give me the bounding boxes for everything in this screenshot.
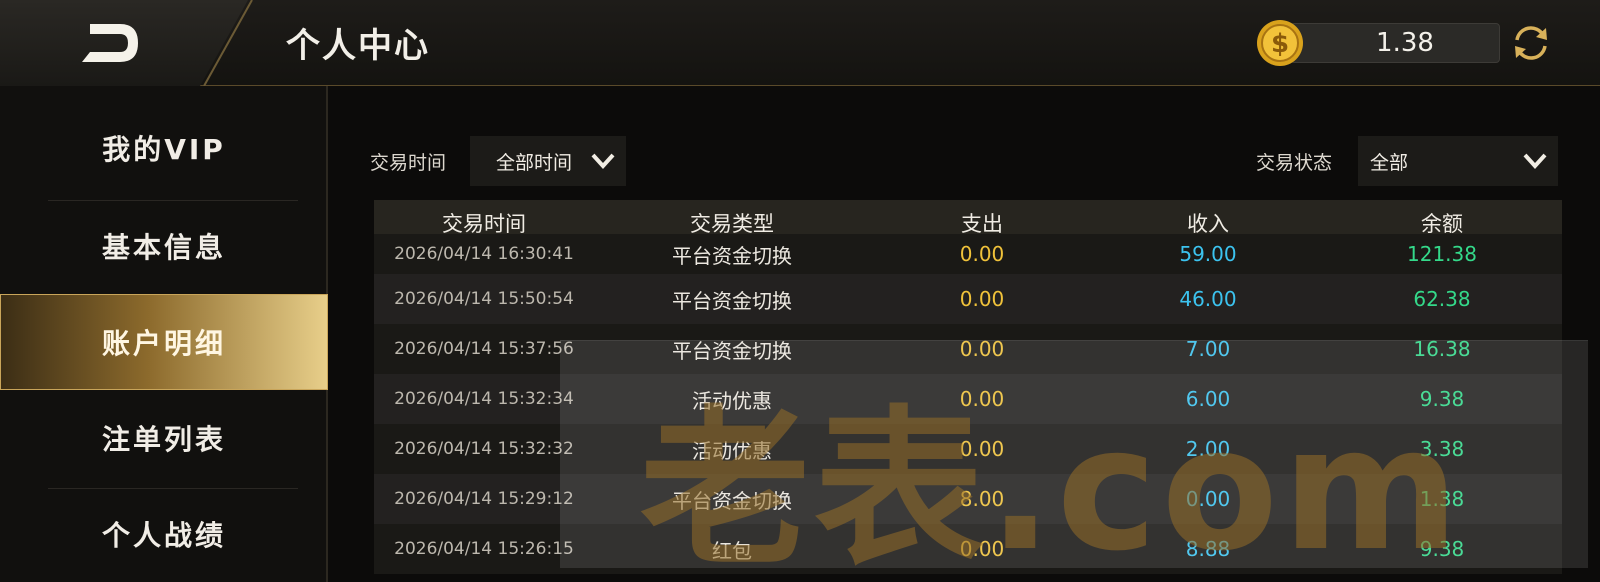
status-filter-label: 交易状态	[1256, 152, 1333, 174]
sidebar-item-label: 我的VIP	[102, 133, 226, 166]
watermark-text: 老表.com	[640, 391, 1464, 582]
column-header-type: 交易类型	[690, 212, 774, 236]
page-title: 个人中心	[286, 26, 430, 66]
sidebar-item-basic-info[interactable]: 基本信息	[0, 198, 328, 294]
column-header-income: 收入	[1187, 212, 1229, 236]
back-arrow-icon	[82, 24, 138, 62]
header-divider	[203, 0, 253, 86]
time-filter-value: 全部时间	[496, 151, 573, 174]
sidebar-item-vip[interactable]: 我的VIP	[0, 100, 328, 196]
sidebar-item-account-details[interactable]: 账户明细	[0, 294, 328, 390]
cell-income: 59.00	[1179, 242, 1237, 266]
table-header: 交易时间 交易类型 支出 收入 余额	[374, 200, 1562, 242]
cell-expense: 0.00	[959, 287, 1005, 311]
watermark-overlay: 老表.com	[560, 340, 1588, 582]
sidebar-item-label: 账户明细	[101, 327, 226, 360]
svg-text:$: $	[1271, 29, 1289, 59]
gold-coin-icon: $	[1257, 20, 1303, 66]
cell-expense: 0.00	[959, 242, 1005, 266]
sidebar-item-personal-record[interactable]: 个人战绩	[0, 486, 328, 582]
sidebar-item-label: 基本信息	[101, 231, 226, 264]
status-filter-value: 全部	[1370, 151, 1409, 174]
chevron-down-icon	[1523, 153, 1547, 169]
refresh-icon[interactable]	[1508, 20, 1554, 66]
sidebar-item-label: 注单列表	[101, 423, 226, 456]
cell-time: 2026/04/14 16:30:41	[394, 244, 574, 264]
table-row: 2026/04/14 15:50:54 平台资金切换 0.00 46.00 62.38	[374, 274, 1562, 324]
balance-display: 1.38	[1290, 23, 1500, 63]
cell-balance: 121.38	[1407, 242, 1477, 266]
sidebar-item-label: 个人战绩	[101, 519, 226, 552]
column-header-balance: 余额	[1421, 212, 1463, 236]
column-header-expense: 支出	[961, 212, 1003, 236]
time-filter-label: 交易时间	[370, 152, 447, 174]
table-row: 2026/04/14 16:30:41 平台资金切换 0.00 59.00 121.38	[374, 234, 1562, 274]
header-bar: 个人中心 1.38 $	[0, 0, 1600, 86]
cell-type: 平台资金切换	[672, 288, 792, 313]
cell-type: 平台资金切换	[672, 243, 792, 268]
chevron-down-icon	[591, 153, 615, 169]
sidebar-item-bet-list[interactable]: 注单列表	[0, 390, 328, 486]
cell-time: 2026/04/14 15:50:54	[394, 289, 574, 309]
cell-income: 46.00	[1179, 287, 1237, 311]
cell-balance: 62.38	[1413, 287, 1471, 311]
column-header-time: 交易时间	[442, 212, 526, 236]
status-filter-select[interactable]: 全部	[1358, 136, 1558, 186]
sidebar: 我的VIP 基本信息 账户明细 注单列表 个人战绩	[0, 86, 328, 582]
time-filter-select[interactable]: 全部时间	[470, 136, 626, 186]
